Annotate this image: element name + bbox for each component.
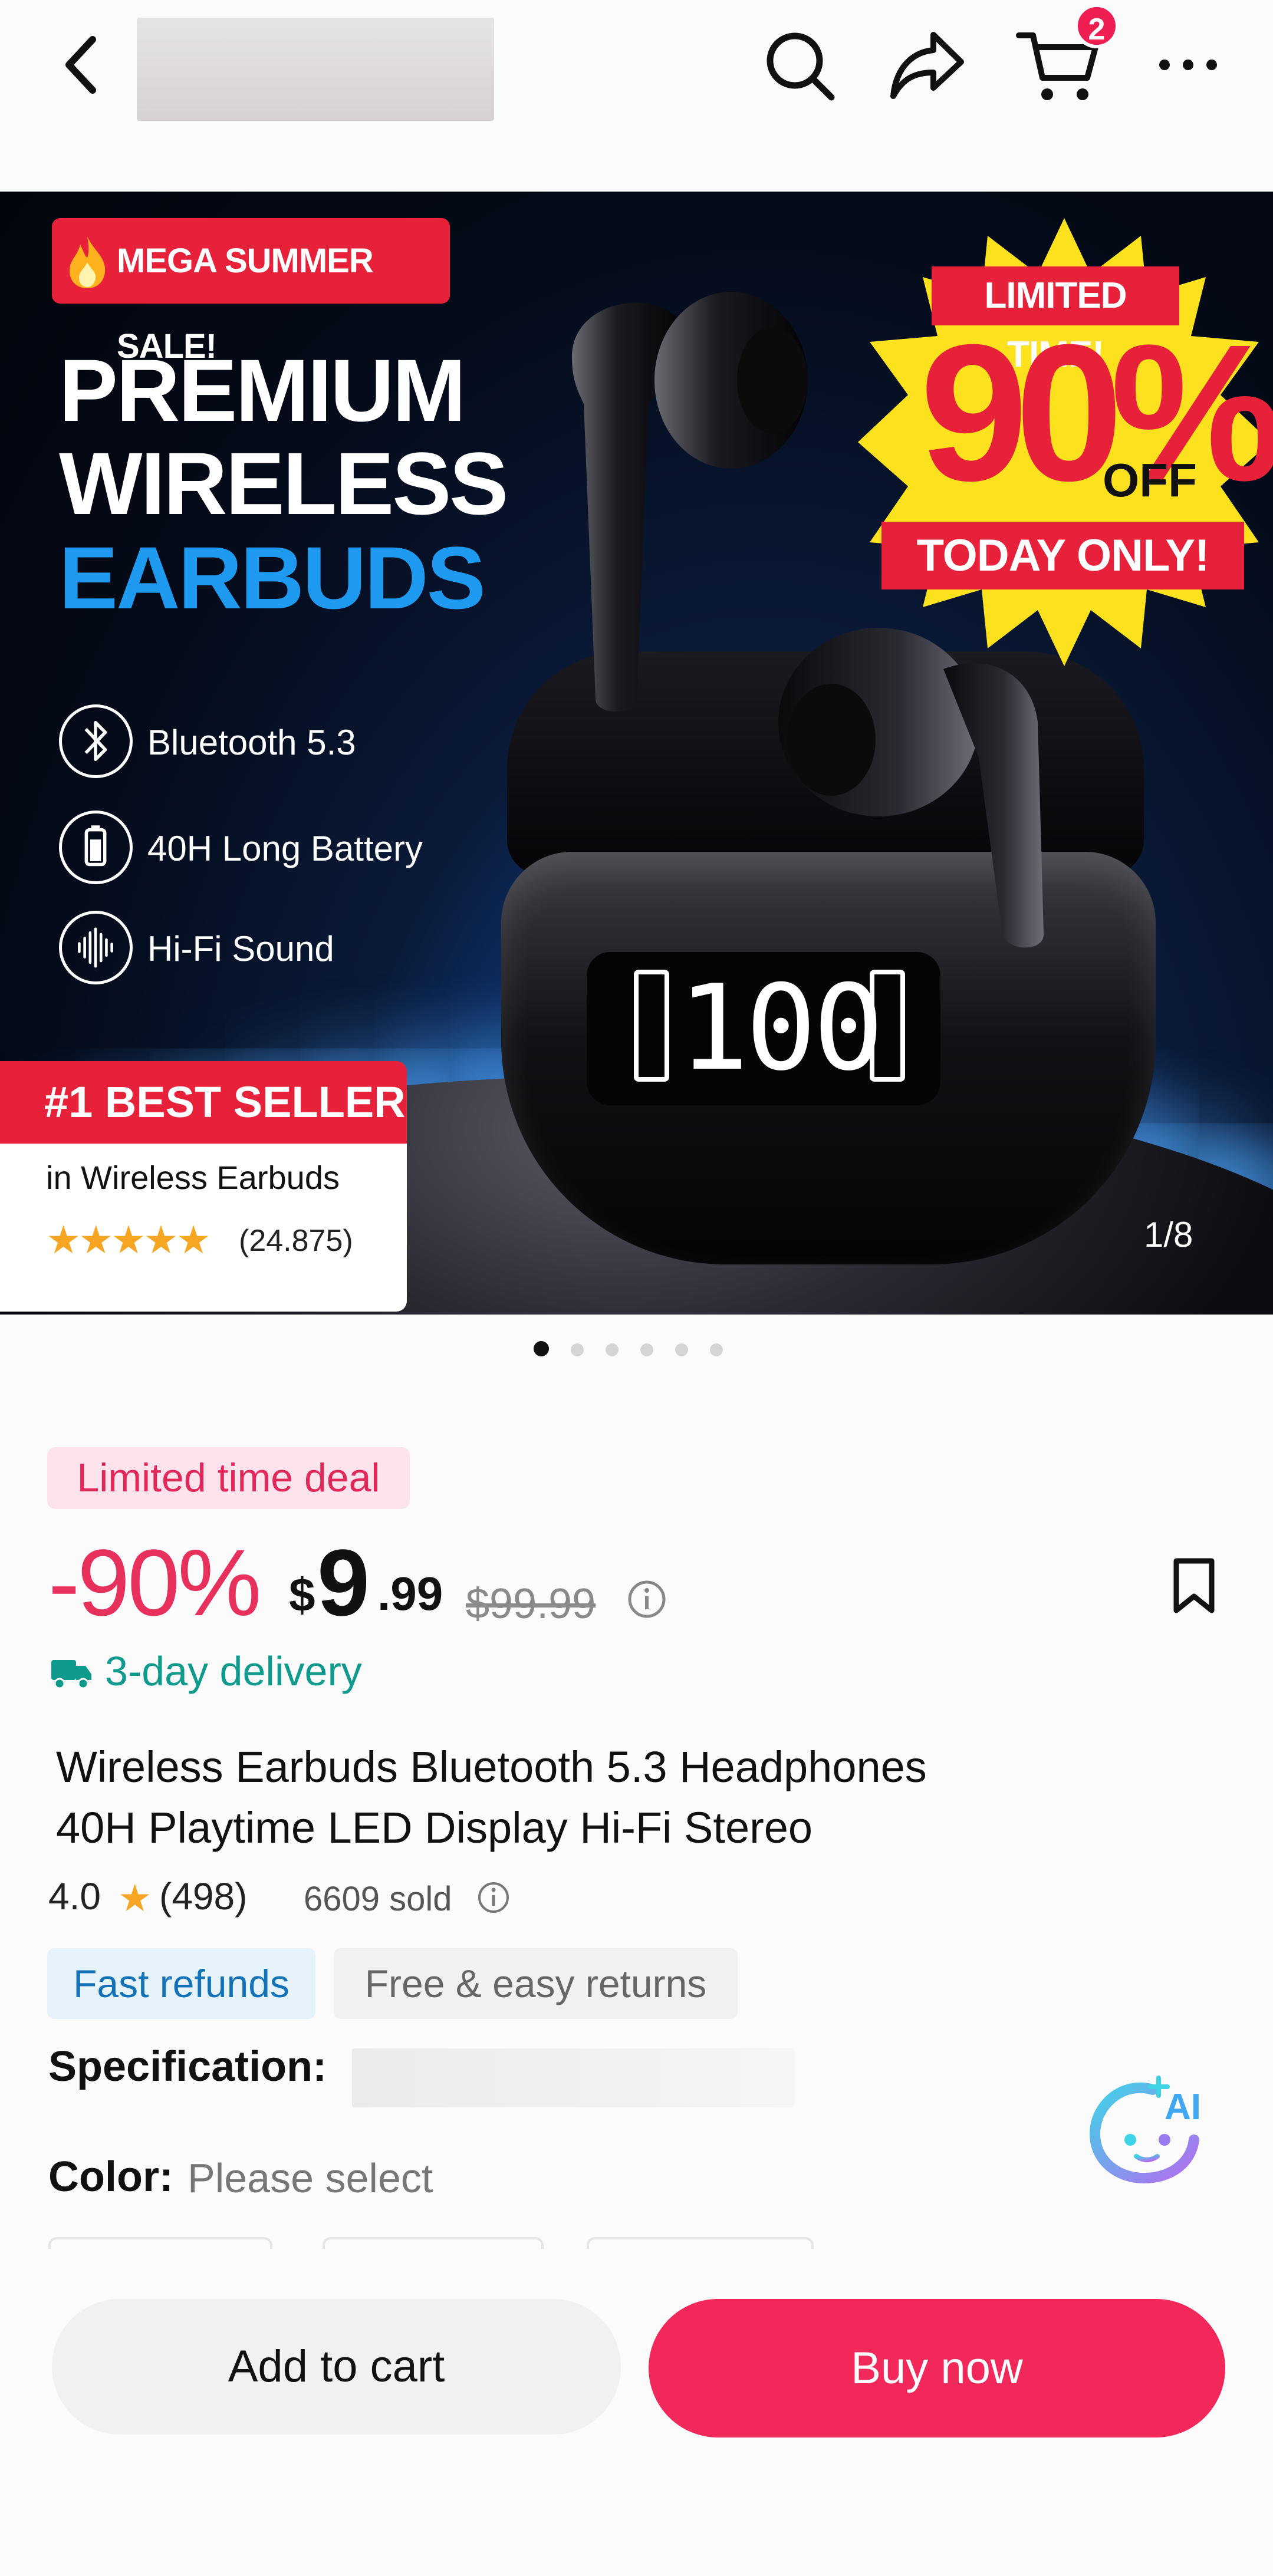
battery-icon <box>59 811 133 884</box>
off-label: OFF <box>1103 454 1197 506</box>
bluetooth-icon <box>59 704 133 778</box>
image-pager: 1/8 <box>1144 1215 1193 1254</box>
add-to-cart-button[interactable]: Add to cart <box>52 2299 621 2435</box>
original-price: $99.99 <box>466 1580 596 1628</box>
product-title-line-2: 40H Playtime LED Display Hi-Fi Stereo <box>56 1803 813 1852</box>
currency-symbol: $ <box>289 1569 315 1621</box>
headline-earbuds: EARBUDS <box>59 528 486 627</box>
price-integer: 9 <box>317 1530 370 1635</box>
share-icon[interactable] <box>887 27 967 103</box>
carousel-dot[interactable] <box>534 1341 549 1356</box>
price-decimal: .99 <box>377 1567 443 1620</box>
carousel-dot[interactable] <box>710 1343 723 1356</box>
product-hero-image[interactable]: MEGA SUMMER SALE! PREMIUM WIRELESS EARBU… <box>0 192 1273 1315</box>
best-seller-banner: #1 BEST SELLER <box>0 1061 407 1144</box>
battery-level-icon <box>634 970 669 1082</box>
back-icon[interactable] <box>56 32 109 97</box>
headline-premium: PREMIUM <box>59 341 466 440</box>
specification-value-redacted[interactable] <box>352 2048 794 2107</box>
discount-percent: 90% <box>920 304 1273 521</box>
review-count: (24.875) <box>239 1224 353 1258</box>
more-icon[interactable] <box>1153 50 1223 80</box>
redacted-title <box>137 18 494 121</box>
fire-icon <box>70 236 106 288</box>
carousel-dot[interactable] <box>675 1343 688 1356</box>
discount-label: -90% <box>48 1530 262 1635</box>
info-icon[interactable] <box>626 1579 667 1620</box>
fast-refunds-tag[interactable]: Fast refunds <box>47 1948 315 2019</box>
top-bar: 2 <box>0 0 1273 141</box>
sold-count: 6609 sold <box>304 1880 452 1918</box>
cart-count-badge: 2 <box>1074 4 1119 48</box>
limited-deal-badge: Limited time deal <box>47 1447 410 1509</box>
product-title-line-1: Wireless Earbuds Bluetooth 5.3 Headphone… <box>56 1742 927 1791</box>
color-select-prompt[interactable]: Please select <box>188 2155 433 2202</box>
star-icon: ★ <box>118 1877 152 1919</box>
rating-value[interactable]: 4.0 <box>48 1875 101 1918</box>
truck-icon <box>51 1660 91 1689</box>
headline-wireless: WIRELESS <box>59 434 508 533</box>
feature-label: Bluetooth 5.3 <box>147 723 356 762</box>
rating-count[interactable]: (498) <box>159 1875 247 1918</box>
delivery-info: 3-day delivery <box>105 1648 362 1694</box>
ai-label: AI <box>1165 2087 1201 2127</box>
today-only-label: TODAY ONLY! <box>881 522 1244 589</box>
sale-tag: MEGA SUMMER SALE! <box>52 218 450 365</box>
carousel-dot[interactable] <box>571 1343 584 1356</box>
star-rating-icon: ★★★★★ <box>46 1218 211 1261</box>
info-icon[interactable] <box>476 1880 511 1915</box>
case-display-value: 100 <box>678 960 884 1097</box>
buy-now-button[interactable]: Buy now <box>649 2299 1225 2437</box>
sound-wave-icon <box>59 911 133 984</box>
carousel-dot[interactable] <box>606 1343 619 1356</box>
feature-label: 40H Long Battery <box>147 829 423 868</box>
carousel-dot[interactable] <box>640 1343 653 1356</box>
color-label: Color: <box>48 2153 173 2201</box>
free-returns-tag[interactable]: Free & easy returns <box>334 1948 738 2019</box>
bookmark-icon[interactable] <box>1170 1556 1218 1615</box>
carousel-dots <box>534 1341 745 1365</box>
ai-assistant-icon[interactable]: AI <box>1082 2057 1212 2187</box>
specification-label: Specification: <box>48 2043 327 2090</box>
feature-label: Hi-Fi Sound <box>147 929 334 969</box>
search-icon[interactable] <box>761 27 837 103</box>
best-seller-category: in Wireless Earbuds <box>46 1159 340 1196</box>
